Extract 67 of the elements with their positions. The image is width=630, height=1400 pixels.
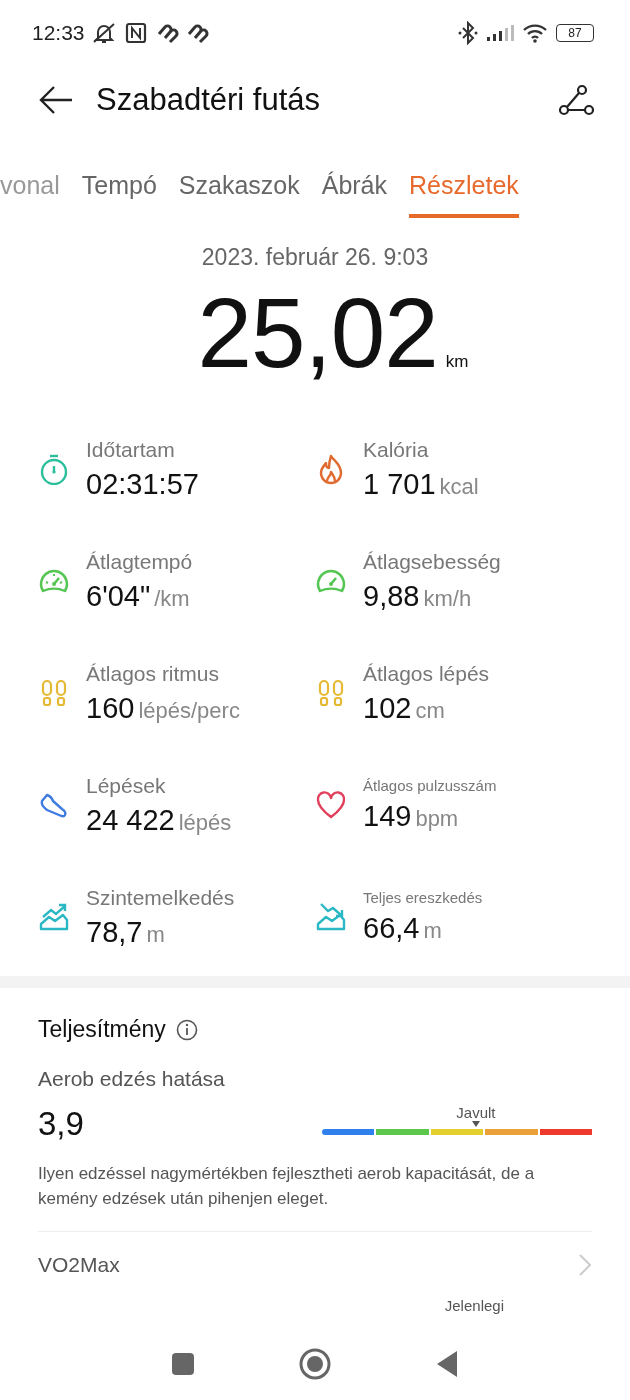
descent-chart-icon <box>315 901 347 933</box>
home-button[interactable] <box>299 1348 331 1380</box>
back-arrow-icon <box>38 85 74 115</box>
wifi-icon <box>522 23 548 43</box>
stat-unit: /km <box>154 585 190 612</box>
distance-value: 25,02 <box>197 277 438 390</box>
stat-unit: km/h <box>423 585 472 612</box>
stat-label: Teljes ereszkedés <box>363 889 483 906</box>
stat-label: Időtartam <box>86 437 176 462</box>
aerobic-effect-description: Ilyen edzéssel nagymértékben fejlesztheti aerob kapacitását, de a kemény edzések után pihenjen eleget. <box>38 1163 536 1210</box>
stat-unit: lépés <box>178 809 232 836</box>
page-title: Szabadtéri futás <box>96 82 322 118</box>
stat-value: 149 <box>363 800 412 833</box>
stat-label: Szintemelkedés <box>86 885 235 910</box>
heart-icon <box>315 789 347 821</box>
stat-label: Lépések <box>86 773 167 798</box>
stat-value: 160 <box>86 691 135 725</box>
current-label: Jelenlegi <box>443 1298 505 1313</box>
route-share-icon <box>558 84 594 116</box>
section-title: Teljesítmény <box>38 1016 166 1043</box>
scale-marker-label: Javult <box>456 1105 496 1120</box>
route-button[interactable] <box>558 84 594 116</box>
aerobic-effect-value: 3,9 <box>38 1105 84 1143</box>
stat-value: 66,4 <box>363 912 420 945</box>
stat-label: Átlagos lépés <box>363 661 490 686</box>
tab[interactable]: Tempó <box>81 171 157 218</box>
chevron-right-icon <box>578 1253 592 1277</box>
back-triangle-icon <box>435 1350 459 1378</box>
aerobic-effect-label: Aerob edzés hatása <box>38 1067 226 1091</box>
ascent-chart-icon <box>38 901 70 933</box>
home-circle-icon <box>299 1348 331 1380</box>
marker-triangle-icon <box>471 1121 480 1127</box>
back-button[interactable] <box>38 85 74 115</box>
back-nav-button[interactable] <box>435 1350 459 1378</box>
stat-unit: cm <box>415 697 445 724</box>
signal-icon <box>486 24 514 42</box>
nfc-icon <box>124 22 147 44</box>
stat-unit: kcal <box>439 473 479 500</box>
vo2max-row[interactable]: VO2Max <box>38 1232 592 1298</box>
stat-unit: lépés/perc <box>138 697 240 724</box>
stat-unit: m <box>423 918 442 944</box>
info-icon <box>175 1018 198 1041</box>
status-time: 12:33 <box>32 21 85 45</box>
activity-date: 2023. február 26. 9:03 <box>201 244 429 271</box>
battery-level: 87 <box>556 24 594 42</box>
stopwatch-icon <box>38 453 70 485</box>
stat-unit: bpm <box>415 806 459 832</box>
square-icon <box>171 1352 195 1376</box>
bluetooth-icon <box>458 21 478 45</box>
stat-label: Kalória <box>363 437 430 462</box>
stat-value: 02:31:57 <box>86 467 199 501</box>
recents-button[interactable] <box>171 1352 195 1376</box>
stat-value: 78,7 <box>86 915 143 949</box>
stat-value: 24 422 <box>86 803 175 837</box>
stat-value: 9,88 <box>363 579 420 613</box>
stat-value: 102 <box>363 691 412 725</box>
stat-label: Átlagos pulzusszám <box>363 777 497 794</box>
stat-label: Átlagtempó <box>86 549 193 574</box>
tab[interactable]: Szakaszok <box>178 171 300 218</box>
tab[interactable]: Ábrák <box>321 171 387 218</box>
tab[interactable]: Részletek <box>409 171 519 218</box>
stat-label: Átlagos ritmus <box>86 661 221 686</box>
stat-unit: m <box>146 921 165 948</box>
stat-value: 6'04" <box>86 579 151 613</box>
stat-value: 1 701 <box>363 467 436 501</box>
stat-label: Átlagsebesség <box>363 549 501 574</box>
distance-unit: km <box>445 352 469 372</box>
